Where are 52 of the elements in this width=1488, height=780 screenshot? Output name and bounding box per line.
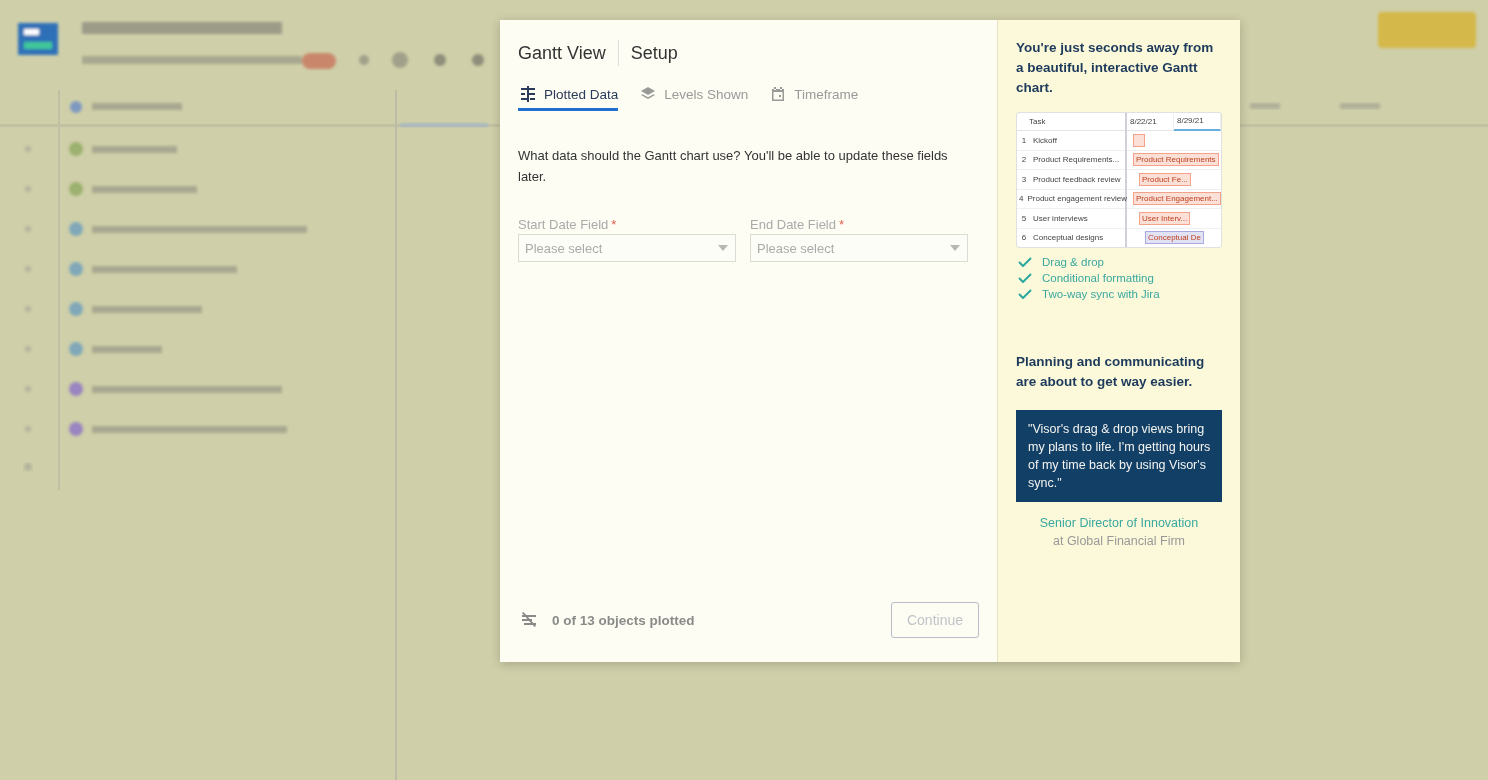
instruction-text: What data should the Gantt chart use? You'll be able to update these fields later.: [518, 147, 949, 186]
row-number: 3: [1020, 174, 1028, 184]
gantt-bar: Product Engagement...: [1133, 192, 1221, 206]
row-number: 4: [1018, 194, 1024, 204]
check-icon: [1018, 273, 1032, 283]
feature-text: Conditional formatting: [1042, 272, 1154, 284]
tab[interactable]: Plotted Data: [518, 86, 619, 111]
blurred-add-icon: [24, 463, 32, 471]
field-label: Start Date Field: [518, 217, 609, 232]
feature-text: Drag & drop: [1042, 256, 1104, 268]
gantt-bar: User Interv...: [1139, 211, 1191, 225]
task-name: Product Requirements...: [1032, 155, 1120, 165]
gantt-bar: Conceptual De: [1145, 231, 1204, 245]
feature-text: Two-way sync with Jira: [1042, 288, 1160, 300]
tab[interactable]: Timeframe: [768, 86, 859, 111]
task-name: Product feedback review: [1032, 174, 1121, 184]
required-marker: *: [611, 217, 617, 232]
author-company: at Global Financial Firm: [1052, 534, 1186, 548]
quote-author: Senior Director of Innovation: [1038, 516, 1200, 530]
tab[interactable]: Levels Shown: [638, 86, 749, 111]
promo-headline: You're just seconds away from a beautiful, interactive Gantt chart.: [1016, 39, 1215, 97]
task-name: User interviews: [1032, 213, 1088, 223]
calendar-icon: [770, 86, 787, 102]
caret-icon: [950, 245, 960, 251]
required-marker: *: [839, 217, 845, 232]
quote-bubble: "Visor's drag & drop views bring my plans to life. I'm getting hours of my time back by using Visor's sync.": [1016, 410, 1222, 502]
gantt-bar: Product Fe...: [1139, 172, 1191, 186]
dialog-title: Gantt View: [518, 42, 606, 64]
date-header: 8/29/21: [1174, 113, 1221, 131]
task-name: Product engagement review: [1026, 194, 1128, 204]
check-icon: [1018, 257, 1032, 267]
date-header: 8/22/21: [1127, 113, 1174, 130]
layers-icon: [640, 86, 657, 102]
dialog-subtitle: Setup: [630, 42, 678, 64]
gantt-bar: Product Requirements: [1133, 153, 1219, 167]
row-number: 6: [1020, 233, 1028, 243]
column-header: Task: [1029, 117, 1046, 126]
task-name: Kickoff: [1032, 135, 1057, 145]
plot-off-icon: [520, 612, 538, 628]
date-field-select[interactable]: Please select: [518, 234, 736, 262]
date-field-select[interactable]: Please select: [750, 234, 968, 262]
app-logo-icon: [18, 23, 58, 55]
field-label: End Date Field: [750, 217, 836, 232]
check-icon: [1018, 289, 1032, 299]
promo-tagline: Planning and communicating are about to get way easier.: [1016, 353, 1206, 391]
row-number: 2: [1020, 155, 1028, 165]
row-number: 5: [1020, 213, 1028, 223]
plotted-count: 0 of 13 objects plotted: [552, 612, 696, 628]
row-number: 1: [1020, 135, 1028, 145]
caret-icon: [718, 245, 728, 251]
task-name: Conceptual designs: [1032, 233, 1104, 243]
sliders-icon: [520, 86, 536, 102]
